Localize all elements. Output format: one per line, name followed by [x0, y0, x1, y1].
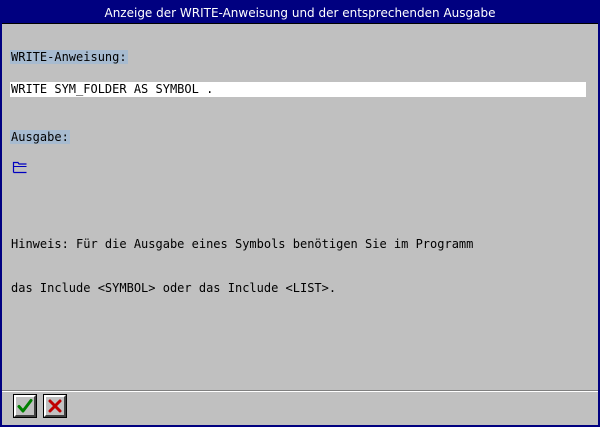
write-statement-field[interactable]: WRITE SYM_FOLDER AS SYMBOL .: [10, 82, 586, 97]
title-bar[interactable]: Anzeige der WRITE-Anweisung und der ents…: [2, 2, 598, 24]
confirm-button[interactable]: [13, 394, 37, 418]
output-label: Ausgabe:: [10, 130, 70, 144]
folder-icon: [12, 160, 28, 174]
dialog-window: Anzeige der WRITE-Anweisung und der ents…: [0, 0, 600, 427]
hint-text: Hinweis: Für die Ausgabe eines Symbols b…: [11, 208, 473, 324]
button-toolbar: [2, 392, 598, 425]
hint-line-1: Hinweis: Für die Ausgabe eines Symbols b…: [11, 237, 474, 251]
dialog-content: WRITE-Anweisung: WRITE SYM_FOLDER AS SYM…: [2, 24, 598, 390]
hint-line-2: das Include <SYMBOL> oder das Include <L…: [11, 281, 337, 295]
checkmark-icon: [17, 399, 33, 413]
write-statement-label: WRITE-Anweisung:: [10, 50, 128, 64]
cross-icon: [48, 399, 62, 413]
window-title: Anzeige der WRITE-Anweisung und der ents…: [104, 6, 496, 20]
cancel-button[interactable]: [43, 394, 67, 418]
